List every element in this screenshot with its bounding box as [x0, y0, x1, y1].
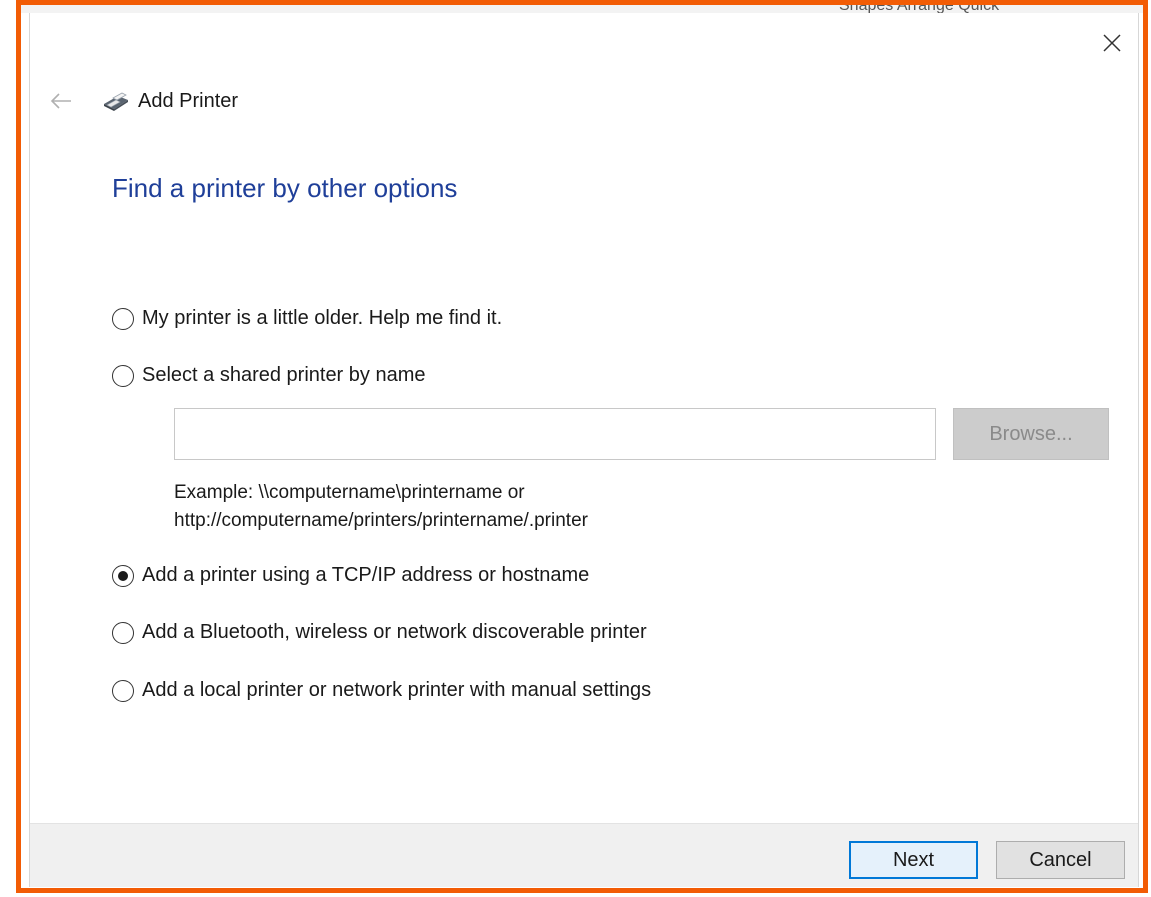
option-older-printer[interactable]: My printer is a little older. Help me fi…: [112, 307, 502, 330]
shared-printer-name-input[interactable]: [174, 408, 936, 460]
radio-shared-printer[interactable]: [112, 364, 134, 387]
option-bluetooth-printer[interactable]: Add a Bluetooth, wireless or network dis…: [112, 621, 647, 644]
option-label: My printer is a little older. Help me fi…: [142, 307, 503, 329]
back-button[interactable]: [44, 85, 78, 117]
page-title: Find a printer by other options: [112, 173, 458, 203]
dialog-footer: Next Cancel: [30, 823, 1138, 887]
back-arrow-icon: [50, 93, 71, 109]
close-icon: [1103, 34, 1121, 52]
browse-button[interactable]: Browse...: [953, 408, 1109, 460]
option-label: Add a local printer or network printer w…: [142, 679, 652, 701]
screenshot-frame: Shapes Arrange Quick Add Printer Find a …: [16, 0, 1148, 893]
option-local-printer[interactable]: Add a local printer or network printer w…: [112, 679, 651, 702]
example-line-2: http://computername/printers/printername…: [174, 510, 588, 531]
dialog-header: Add Printer: [44, 85, 238, 117]
radio-local-printer[interactable]: [112, 679, 134, 702]
close-button[interactable]: [1094, 25, 1130, 61]
printer-icon: [100, 88, 130, 114]
option-shared-printer[interactable]: Select a shared printer by name: [112, 364, 426, 387]
background-window-strip: Shapes Arrange Quick: [21, 5, 1143, 14]
radio-bluetooth-printer[interactable]: [112, 621, 134, 644]
dialog-title: Add Printer: [138, 89, 239, 112]
example-text: Example: \\computername\printername or h…: [174, 479, 588, 535]
radio-selected-dot: [118, 570, 128, 581]
option-label: Add a Bluetooth, wireless or network dis…: [142, 621, 647, 643]
option-tcpip-printer[interactable]: Add a printer using a TCP/IP address or …: [112, 564, 589, 587]
radio-tcpip-printer[interactable]: [112, 564, 134, 587]
option-label: Add a printer using a TCP/IP address or …: [142, 564, 590, 586]
radio-older-printer[interactable]: [112, 307, 134, 330]
next-button[interactable]: Next: [849, 841, 978, 879]
cancel-button[interactable]: Cancel: [996, 841, 1125, 879]
example-line-1: Example: \\computername\printername or: [174, 482, 525, 503]
option-label: Select a shared printer by name: [142, 364, 426, 386]
add-printer-dialog: Add Printer Find a printer by other opti…: [29, 13, 1139, 887]
